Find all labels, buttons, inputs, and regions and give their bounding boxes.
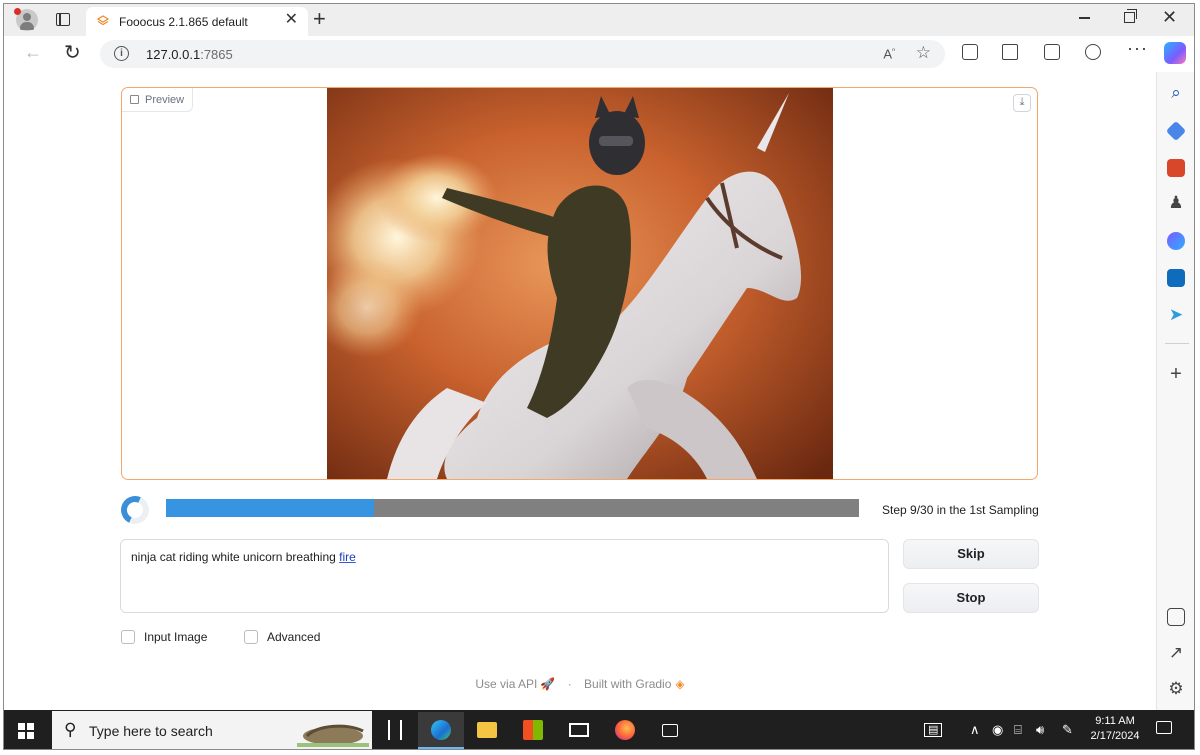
use-via-api-link[interactable]: Use via API [475, 677, 537, 691]
search-icon[interactable]: ⌕ [1167, 84, 1185, 102]
rocket-icon: 🚀 [540, 676, 556, 691]
search-highlight-pangolin-icon [297, 724, 369, 747]
edge-taskbar-icon[interactable] [418, 712, 464, 749]
close-tab-icon[interactable]: ✕ [285, 12, 298, 28]
clock-time: 9:11 AM [1095, 715, 1135, 727]
notifications-icon[interactable] [1156, 721, 1172, 734]
tab-strip: Fooocus 2.1.865 default ✕ + ✕ [4, 4, 1194, 36]
image-icon [130, 95, 139, 104]
system-clock[interactable]: 9:11 AM 2/17/2024 [1084, 714, 1146, 744]
mail-icon[interactable] [556, 712, 602, 749]
browser-window: Fooocus 2.1.865 default ✕ + ✕ ← ↻ i 127.… [3, 3, 1195, 750]
windows-taskbar: ⚲ Type here to search ▤ ∧ ◉ ⌸ 🔊︎ ✎ 9:11 … [4, 710, 1194, 749]
news-widget-icon[interactable]: ▤ [924, 723, 943, 737]
fooocus-page: Preview ⤓ Step 9/30 in the 1st Sampling … [4, 72, 1156, 710]
loading-spinner-icon [117, 492, 153, 528]
tab-actions-icon[interactable] [56, 13, 70, 26]
sidebar-settings-icon[interactable]: ⚙ [1167, 680, 1185, 698]
stop-button[interactable]: Stop [903, 583, 1039, 613]
edge-sidebar: ⌕ ♟ ➤ + ↗ ⚙ [1156, 72, 1194, 710]
fooocus-favicon-icon [97, 15, 109, 26]
skip-button[interactable]: Skip [903, 539, 1039, 569]
prompt-text-spellcheck-word: fire [339, 550, 356, 564]
footer-separator: · [567, 676, 572, 691]
built-with-gradio-link[interactable]: Built with Gradio [584, 677, 671, 691]
input-image-checkbox[interactable] [121, 630, 135, 644]
meet-now-icon[interactable]: ◉ [992, 722, 1003, 738]
tab-title: Fooocus 2.1.865 default [119, 15, 248, 29]
firefox-icon[interactable] [602, 712, 648, 749]
input-image-label: Input Image [144, 630, 208, 644]
url-host: 127.0.0.1 [146, 47, 201, 62]
restore-icon[interactable] [1124, 9, 1137, 23]
preview-label-text: Preview [145, 93, 185, 106]
progress-status-text: Step 9/30 in the 1st Sampling [882, 503, 1039, 517]
page-footer: Use via API 🚀 · Built with Gradio ◈ [4, 676, 1156, 691]
advanced-label: Advanced [267, 630, 321, 644]
task-view-icon[interactable] [372, 712, 418, 749]
copilot-icon[interactable] [1164, 42, 1186, 64]
add-sidebar-app-icon[interactable]: + [1167, 364, 1185, 384]
advanced-checkbox[interactable] [244, 630, 258, 644]
clock-date: 2/17/2024 [1090, 730, 1140, 742]
advanced-option[interactable]: Advanced [244, 630, 320, 644]
microsoft-365-icon[interactable] [1167, 232, 1185, 250]
ninja-cat-unicorn-artwork [327, 88, 833, 479]
prompt-input[interactable]: ninja cat riding white unicorn breathing… [120, 539, 889, 613]
favorites-icon[interactable] [1002, 44, 1018, 60]
close-window-icon[interactable]: ✕ [1162, 7, 1177, 28]
preview-label: Preview [122, 88, 194, 112]
network-icon[interactable]: ⌸ [1014, 722, 1022, 738]
minimize-icon[interactable] [1079, 17, 1090, 19]
progress-bar-fill [166, 499, 374, 517]
pen-menu-icon[interactable]: ✎ [1062, 722, 1073, 738]
back-icon[interactable]: ← [24, 42, 42, 63]
site-info-icon[interactable]: i [114, 46, 129, 61]
read-aloud-icon[interactable]: Aⁿ [883, 46, 895, 61]
gradio-logo-icon: ◈ [675, 676, 685, 691]
progress-bar [166, 499, 859, 517]
preview-gallery: Preview ⤓ [121, 87, 1038, 480]
active-tab[interactable]: Fooocus 2.1.865 default ✕ [86, 7, 308, 36]
taskbar-search-box[interactable]: ⚲ Type here to search [52, 711, 372, 749]
settings-more-icon[interactable]: ··· [1127, 38, 1148, 59]
generated-preview-image [327, 88, 833, 479]
collections-icon[interactable] [1044, 44, 1060, 60]
new-tab-icon[interactable]: + [313, 7, 326, 31]
file-explorer-icon[interactable] [464, 712, 510, 749]
volume-icon[interactable]: 🔊︎ [1036, 722, 1044, 738]
taskbar-search-placeholder: Type here to search [89, 723, 213, 739]
browser-essentials-icon[interactable] [1085, 44, 1101, 60]
sidebar-separator [1165, 343, 1189, 344]
open-external-icon[interactable]: ↗ [1167, 644, 1185, 662]
prompt-text: ninja cat riding white unicorn breathing [131, 550, 340, 564]
split-screen-icon[interactable] [962, 44, 978, 60]
teams-chat-icon[interactable] [648, 712, 694, 749]
tools-briefcase-icon[interactable] [1167, 159, 1185, 177]
input-image-option[interactable]: Input Image [121, 630, 207, 644]
hide-sidebar-icon[interactable] [1167, 608, 1185, 626]
download-icon[interactable]: ⤓ [1013, 94, 1031, 112]
send-drop-icon[interactable]: ➤ [1167, 306, 1185, 324]
search-magnifier-icon: ⚲ [64, 720, 77, 739]
microsoft-store-icon[interactable] [510, 712, 556, 749]
profile-avatar-icon[interactable] [14, 8, 38, 31]
shopping-tag-icon[interactable] [1165, 120, 1187, 142]
outlook-icon[interactable] [1167, 269, 1185, 287]
show-hidden-icons-icon[interactable]: ∧ [970, 722, 980, 738]
url-text[interactable]: 127.0.0.1:7865 [146, 47, 233, 62]
windows-start-icon[interactable] [18, 723, 34, 739]
games-chess-icon[interactable]: ♟ [1167, 194, 1185, 212]
url-port: :7865 [200, 47, 233, 62]
address-bar[interactable]: i 127.0.0.1:7865 Aⁿ ☆ [100, 40, 945, 68]
browser-toolbar: ← ↻ i 127.0.0.1:7865 Aⁿ ☆ ··· [4, 36, 1194, 72]
favorite-star-icon[interactable]: ☆ [916, 43, 931, 63]
reload-icon[interactable]: ↻ [64, 40, 81, 65]
